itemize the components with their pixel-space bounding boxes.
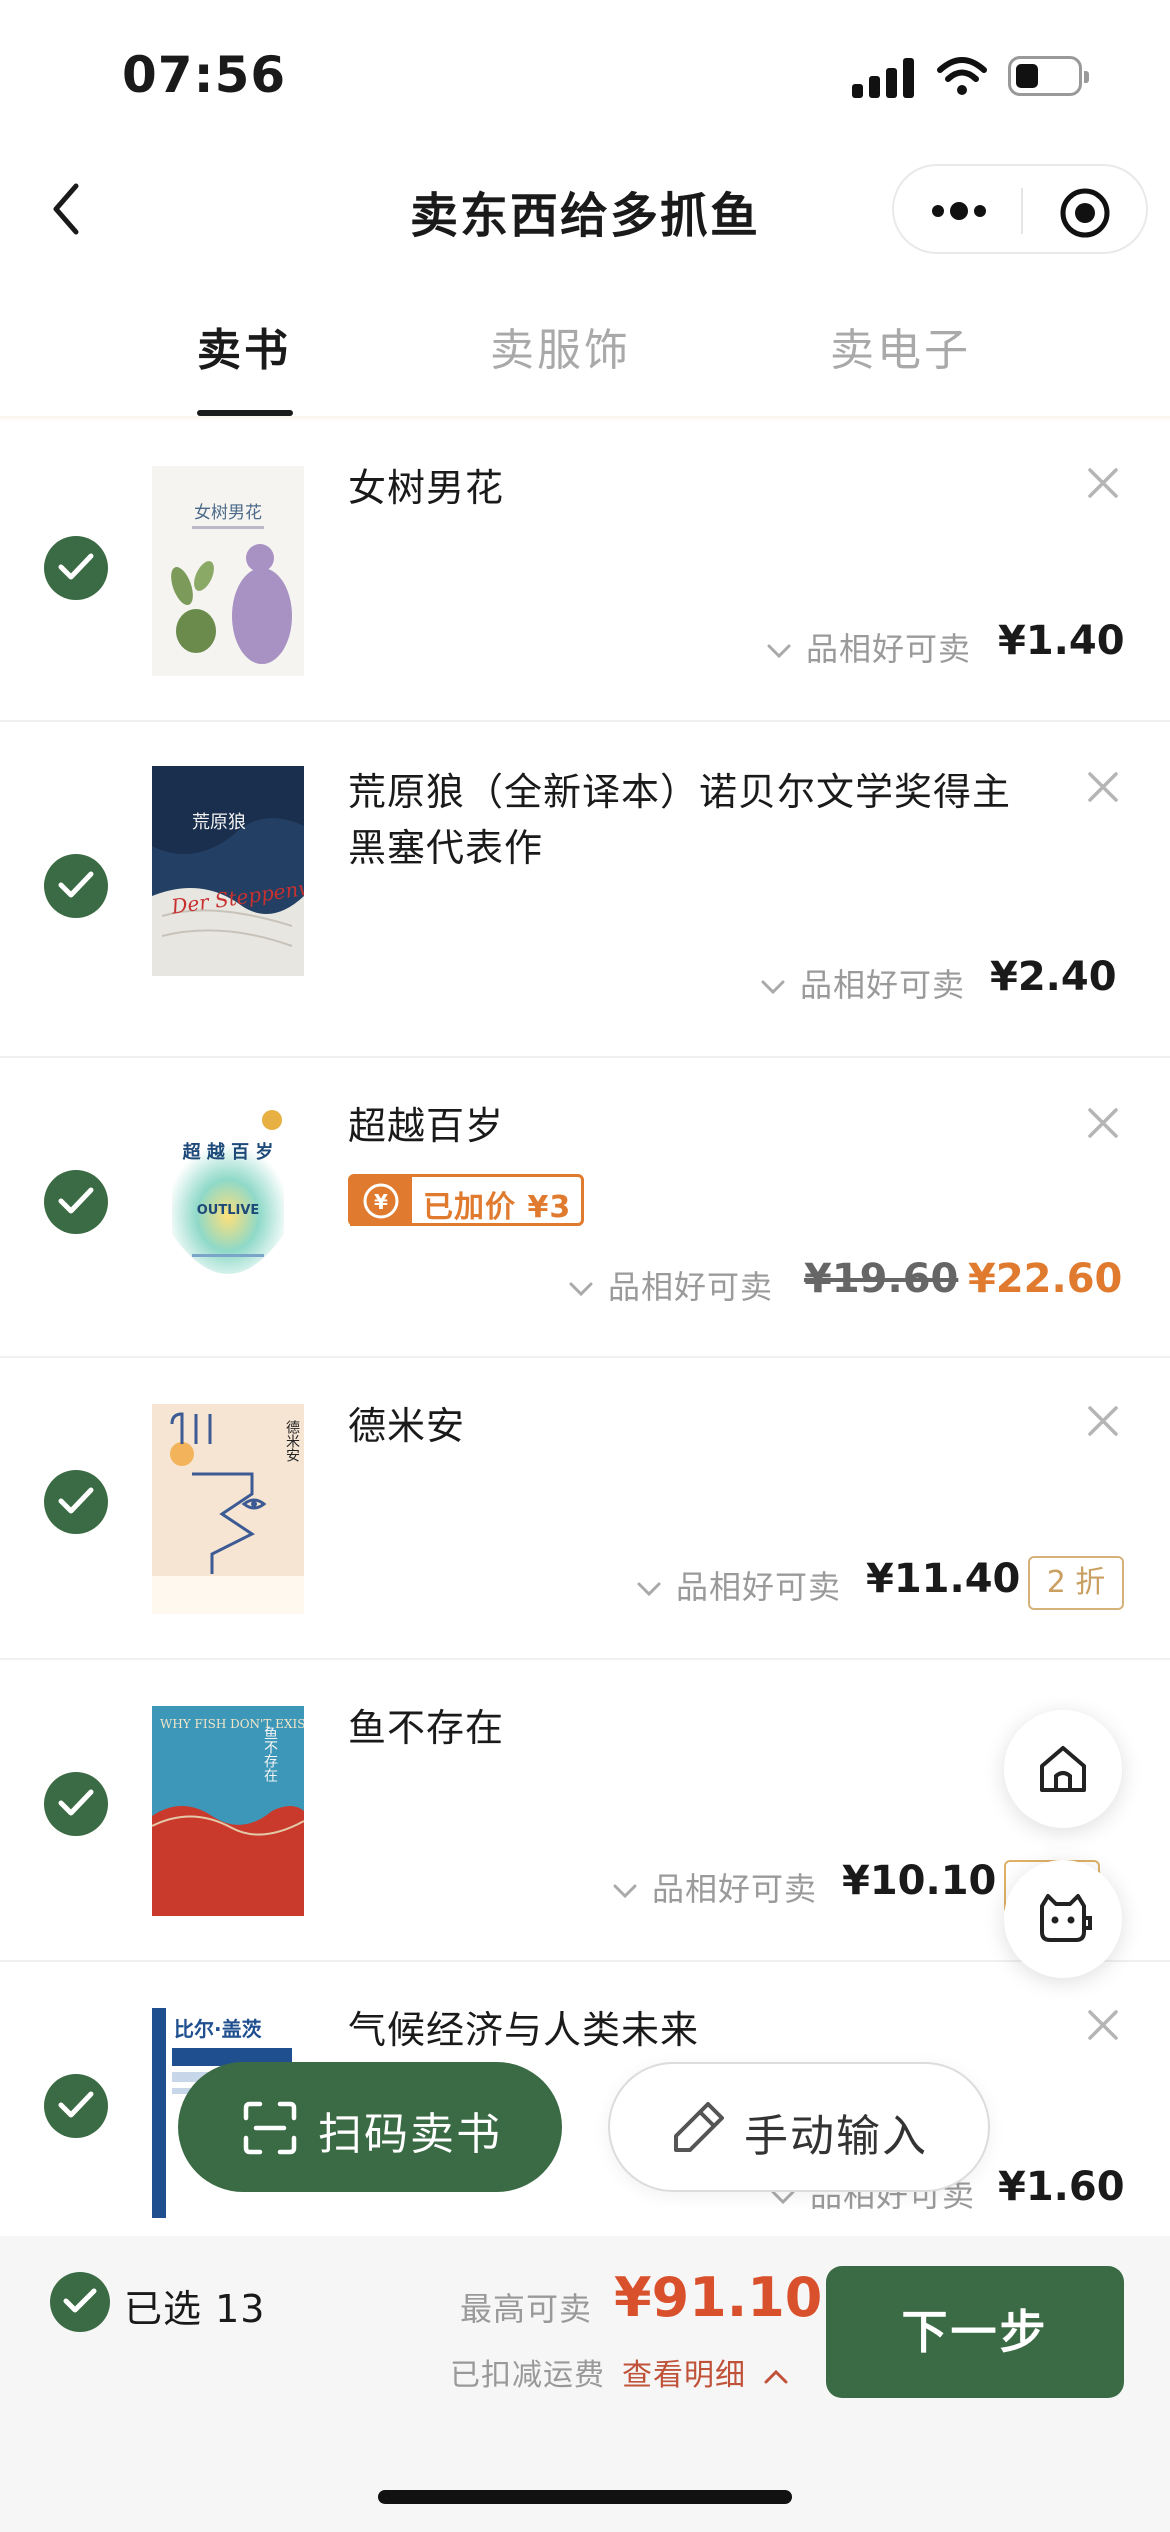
home-indicator [378, 2490, 792, 2504]
scan-sell-label: 扫码卖书 [318, 2109, 502, 2160]
chevron-down-icon [569, 1282, 593, 1297]
chevron-up-icon [764, 2369, 788, 2383]
close-icon[interactable] [1086, 1404, 1120, 1438]
target-icon[interactable] [1058, 186, 1112, 240]
item-price: ¥10.10 [842, 1858, 997, 1904]
chevron-down-icon [761, 980, 785, 995]
discount-badge: 2 折 [1028, 1556, 1124, 1610]
home-icon [1040, 1746, 1086, 1792]
condition-dropdown[interactable]: 品相好可卖 [612, 1864, 817, 1910]
list-item: 比尔·盖茨 气候经济与人类未来 品相好可卖 ¥1.60 [0, 1962, 1170, 2262]
original-price: ¥19.60 [804, 1256, 959, 1302]
condition-label: 品相好可卖 [652, 1870, 818, 1908]
item-price: ¥22.60 [968, 1256, 1123, 1302]
condition-dropdown[interactable]: 品相好可卖 [760, 960, 965, 1006]
bottom-summary-bar: 已选 13 最高可卖 ¥91.10 已扣减运费 查看明细 下一步 [0, 2236, 1170, 2532]
item-title: 荒原狼（全新译本）诺贝尔文学奖得主黑塞代表作 [348, 770, 1012, 870]
home-button[interactable] [1004, 1710, 1122, 1828]
check-icon[interactable] [44, 1170, 108, 1234]
cover-title: 女树男花 [194, 503, 262, 523]
status-time: 07:56 [122, 46, 287, 104]
cover-subtitle: OUTLIVE [197, 1203, 260, 1218]
check-icon[interactable] [44, 854, 108, 918]
close-icon[interactable] [1086, 770, 1120, 804]
customer-service-button[interactable] [1004, 1860, 1122, 1978]
tab-electronics[interactable]: 卖电子 [830, 314, 971, 378]
chat-bot-icon [1040, 1894, 1092, 1942]
chevron-down-icon [613, 1884, 637, 1899]
item-title: 鱼不存在 [348, 1706, 505, 1750]
cover-title: 荒原狼 [192, 812, 246, 833]
book-cover[interactable]: 超 越 百 岁 OUTLIVE [152, 1104, 304, 1314]
signal-icon [852, 58, 914, 98]
scan-sell-button[interactable]: 扫码卖书 [178, 2062, 562, 2192]
item-price: ¥2.40 [990, 954, 1117, 1000]
manual-input-label: 手动输入 [744, 2111, 928, 2162]
condition-dropdown[interactable]: 品相好可卖 [766, 624, 971, 670]
svg-text:¥: ¥ [374, 1190, 388, 1214]
price-raise-icon: ¥ [350, 1176, 412, 1226]
close-icon[interactable] [1086, 2008, 1120, 2042]
item-title: 超越百岁 [348, 1104, 505, 1148]
scan-icon [243, 2101, 297, 2155]
next-step-button[interactable]: 下一步 [826, 2266, 1124, 2398]
item-title: 德米安 [348, 1404, 466, 1448]
cover-title: WHY FISH DON'T EXIST [160, 1717, 304, 1731]
item-title: 女树男花 [348, 466, 505, 510]
view-details-label: 查看明细 [622, 2358, 746, 2393]
badge-label: 已加价 ¥3 [423, 1190, 572, 1225]
selected-count: 已选 13 [124, 2287, 266, 2331]
tab-clothing[interactable]: 卖服饰 [490, 314, 631, 378]
cover-title: 超 越 百 岁 [183, 1141, 274, 1163]
close-icon[interactable] [1086, 1106, 1120, 1140]
cover-cn-title: 鱼不存在 [262, 1725, 278, 1782]
book-cover[interactable]: 荒原狼 Der Steppenwolf [152, 766, 304, 976]
item-title: 气候经济与人类未来 [348, 2008, 700, 2052]
cover-title: 德米安 [284, 1420, 300, 1462]
pen-icon [674, 2102, 724, 2152]
list-item: 德米安 德米安 品相好可卖 ¥11.40 2 折 [0, 1358, 1170, 1660]
view-details-link[interactable]: 查看明细 [622, 2350, 789, 2394]
cover-author: 比尔·盖茨 [174, 2017, 262, 2041]
tab-books[interactable]: 卖书 [197, 314, 291, 378]
list-item: 女树男花 女树男花 品相好可卖 ¥1.40 [0, 420, 1170, 722]
chevron-down-icon [767, 644, 791, 659]
check-icon[interactable] [44, 1772, 108, 1836]
check-icon[interactable] [44, 2074, 108, 2138]
condition-label: 品相好可卖 [806, 630, 972, 668]
close-icon[interactable] [1086, 466, 1120, 500]
list-item: 超 越 百 岁 OUTLIVE 超越百岁 ¥ 已加价 ¥3 品相好可卖 ¥19.… [0, 1058, 1170, 1358]
wifi-icon [937, 57, 987, 95]
navigation-bar: 卖东西给多抓鱼 [0, 150, 1170, 268]
mini-program-capsule [892, 164, 1148, 254]
book-cover[interactable]: 德米安 [152, 1404, 304, 1614]
max-sell-label: 最高可卖 [460, 2290, 593, 2328]
item-price: ¥11.40 [866, 1556, 1021, 1602]
shipping-deducted-label: 已扣减运费 [450, 2358, 605, 2393]
item-price: ¥1.40 [998, 618, 1125, 664]
chevron-down-icon [637, 1582, 661, 1597]
list-item: 荒原狼 Der Steppenwolf 荒原狼（全新译本）诺贝尔文学奖得主黑塞代… [0, 722, 1170, 1058]
category-tabs: 卖书 卖服饰 卖电子 [0, 290, 1170, 420]
book-cover[interactable]: 女树男花 [152, 466, 304, 676]
check-icon[interactable] [44, 1470, 108, 1534]
condition-dropdown[interactable]: 品相好可卖 [636, 1562, 841, 1608]
price-raised-badge: ¥ 已加价 ¥3 [348, 1174, 584, 1226]
condition-dropdown[interactable]: 品相好可卖 [568, 1262, 773, 1308]
max-sell-price: ¥91.10 [614, 2266, 823, 2329]
manual-input-button[interactable]: 手动输入 [608, 2062, 990, 2192]
more-icon[interactable] [924, 194, 994, 228]
select-all-check-icon[interactable] [50, 2272, 110, 2332]
book-cover[interactable]: WHY FISH DON'T EXIST 鱼不存在 [152, 1706, 304, 1916]
list-item: WHY FISH DON'T EXIST 鱼不存在 鱼不存在 品相好可卖 ¥10… [0, 1660, 1170, 1962]
condition-label: 品相好可卖 [608, 1268, 774, 1306]
condition-label: 品相好可卖 [800, 966, 966, 1004]
check-icon[interactable] [44, 536, 108, 600]
condition-label: 品相好可卖 [676, 1568, 842, 1606]
item-price: ¥1.60 [998, 2164, 1125, 2210]
status-bar: 07:56 [0, 0, 1170, 150]
battery-icon [1008, 56, 1089, 96]
